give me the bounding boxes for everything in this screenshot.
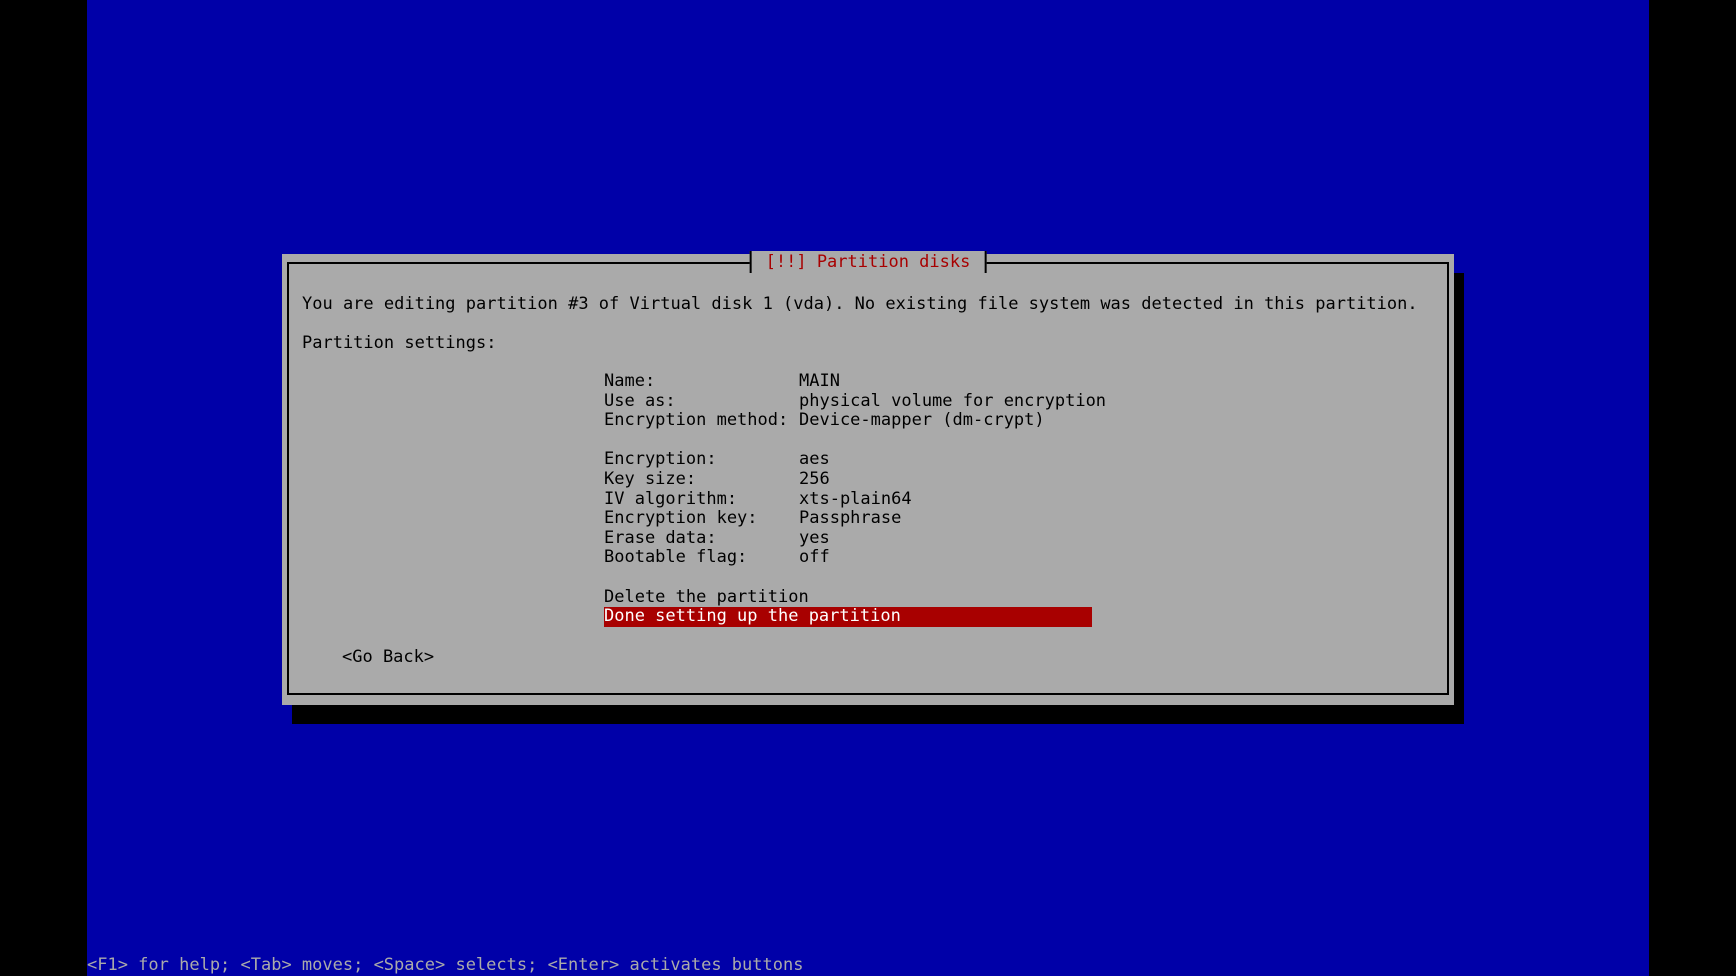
help-line: <F1> for help; <Tab> moves; <Space> sele… [87, 955, 804, 975]
setting-key-size[interactable]: Key size: 256 [604, 468, 1106, 490]
setting-value: xts-plain64 [799, 488, 912, 509]
setting-value: yes [799, 527, 830, 548]
setting-bootable-flag[interactable]: Bootable flag: off [604, 548, 1106, 568]
setting-label: Encryption: [604, 449, 717, 470]
setting-value: off [799, 547, 830, 568]
setting-label: Name: [604, 371, 656, 391]
intro-text: You are editing partition #3 of Virtual … [302, 294, 1418, 314]
setting-label: Encryption key: [604, 508, 758, 529]
setting-label: IV algorithm: [604, 488, 738, 509]
setting-label: Bootable flag: [604, 547, 748, 568]
setting-use-as[interactable]: Use as: physical volume for encryption [604, 390, 1107, 412]
setting-encryption-key[interactable]: Encryption key: Passphrase [604, 509, 1106, 529]
settings-list: Name: MAIN Use as: physical volume for e… [604, 371, 1107, 568]
setting-value: physical volume for encryption [799, 390, 1107, 411]
setting-value: Passphrase [799, 508, 902, 529]
setting-label: Use as: [604, 390, 676, 411]
setting-value: aes [799, 449, 830, 470]
go-back-button[interactable]: <Go Back> [342, 647, 434, 667]
setting-value: 256 [799, 468, 830, 489]
done-setting-up-option[interactable]: Done setting up the partition [604, 606, 1092, 627]
setting-erase-data[interactable]: Erase data: yes [604, 527, 1106, 549]
partition-dialog: [!!] Partition disks You are editing par… [282, 251, 1454, 705]
setting-value: MAIN [799, 371, 840, 391]
setting-label: Encryption method: [604, 410, 789, 431]
setting-label: Erase data: [604, 527, 717, 548]
setting-label: Key size: [604, 468, 697, 489]
dialog-title: [!!] Partition disks [749, 251, 987, 273]
setting-encryption-method[interactable]: Encryption method: Device-mapper (dm-cry… [604, 411, 1106, 431]
setting-encryption[interactable]: Encryption: aes [604, 450, 1106, 470]
delete-partition-option[interactable]: Delete the partition [604, 587, 809, 608]
setting-name[interactable]: Name: MAIN [604, 371, 1106, 392]
setting-value: Device-mapper (dm-crypt) [799, 410, 1045, 431]
settings-heading: Partition settings: [302, 333, 497, 353]
setting-iv-algorithm[interactable]: IV algorithm: xts-plain64 [604, 488, 1106, 510]
